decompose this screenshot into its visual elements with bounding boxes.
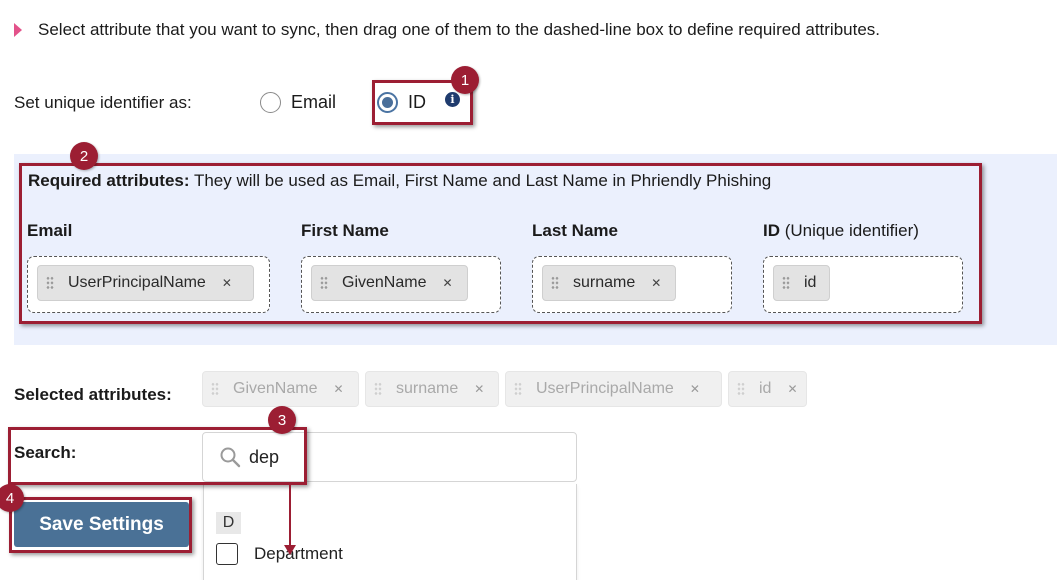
drag-handle-icon[interactable] [211, 382, 219, 396]
radio-id-label: ID [408, 92, 426, 112]
callout-badge-3: 3 [268, 406, 296, 434]
search-input[interactable] [249, 446, 549, 468]
callout-badge-2: 2 [70, 142, 98, 170]
callout-arrow-head-icon [284, 545, 296, 555]
radio-email-circle[interactable] [260, 92, 281, 113]
column-header-email: Email [27, 221, 73, 240]
chip-surname[interactable]: surname ✕ [542, 265, 676, 301]
save-settings-button[interactable]: Save Settings [14, 502, 189, 547]
radio-id-circle[interactable] [377, 92, 398, 113]
drag-handle-icon[interactable] [737, 382, 745, 396]
selected-chip-id[interactable]: id ✕ [728, 371, 807, 407]
selected-attributes-label: Selected attributes: [14, 385, 172, 404]
drag-handle-icon[interactable] [551, 276, 559, 290]
remove-icon[interactable]: ✕ [474, 382, 484, 396]
drag-handle-icon[interactable] [46, 276, 54, 290]
selected-chip-givenname[interactable]: GivenName ✕ [202, 371, 359, 407]
info-icon[interactable]: i [445, 92, 460, 107]
search-icon [220, 447, 241, 468]
chip-id[interactable]: id [773, 265, 830, 301]
chip-userprincipalname[interactable]: UserPrincipalName ✕ [37, 265, 254, 301]
chip-label: id [759, 380, 772, 397]
radio-email[interactable]: Email [260, 92, 336, 113]
chip-label: surname [396, 380, 459, 397]
drag-handle-icon[interactable] [320, 276, 328, 290]
chip-label: GivenName [342, 274, 427, 291]
group-header: D [216, 512, 241, 534]
required-attributes-title: Required attributes: They will be used a… [28, 171, 772, 190]
option-label: Department [254, 544, 343, 563]
search-results-dropdown: D Department [203, 484, 577, 580]
column-header-last-name: Last Name [532, 221, 618, 240]
checkbox[interactable] [216, 543, 238, 565]
chip-label: id [804, 274, 817, 291]
chip-label: UserPrincipalName [536, 380, 674, 397]
callout-arrow-line [289, 484, 291, 548]
chip-label: surname [573, 274, 636, 291]
remove-icon[interactable]: ✕ [787, 382, 797, 396]
drag-handle-icon[interactable] [782, 276, 790, 290]
selected-chip-surname[interactable]: surname ✕ [365, 371, 499, 407]
remove-icon[interactable]: ✕ [442, 276, 452, 290]
drag-handle-icon[interactable] [374, 382, 382, 396]
instruction-label: Select attribute that you want to sync, … [38, 20, 881, 39]
search-field[interactable] [202, 432, 577, 482]
instruction-text: Select attribute that you want to sync, … [14, 20, 880, 40]
remove-icon[interactable]: ✕ [690, 382, 700, 396]
column-header-first-name: First Name [301, 221, 389, 240]
unique-identifier-label: Set unique identifier as: [14, 93, 192, 112]
search-label: Search: [14, 443, 77, 462]
remove-icon[interactable]: ✕ [333, 382, 343, 396]
selected-chip-userprincipalname[interactable]: UserPrincipalName ✕ [505, 371, 722, 407]
caret-right-icon [14, 23, 22, 37]
option-department[interactable]: Department [216, 543, 343, 565]
chip-label: GivenName [233, 380, 318, 397]
radio-email-label: Email [291, 92, 337, 112]
chip-label: UserPrincipalName [68, 274, 206, 291]
callout-badge-1: 1 [451, 66, 479, 94]
column-header-id: ID (Unique identifier) [763, 221, 919, 240]
drag-handle-icon[interactable] [514, 382, 522, 396]
remove-icon[interactable]: ✕ [222, 276, 232, 290]
chip-givenname[interactable]: GivenName ✕ [311, 265, 468, 301]
radio-id[interactable]: ID i [377, 92, 460, 113]
remove-icon[interactable]: ✕ [651, 276, 661, 290]
